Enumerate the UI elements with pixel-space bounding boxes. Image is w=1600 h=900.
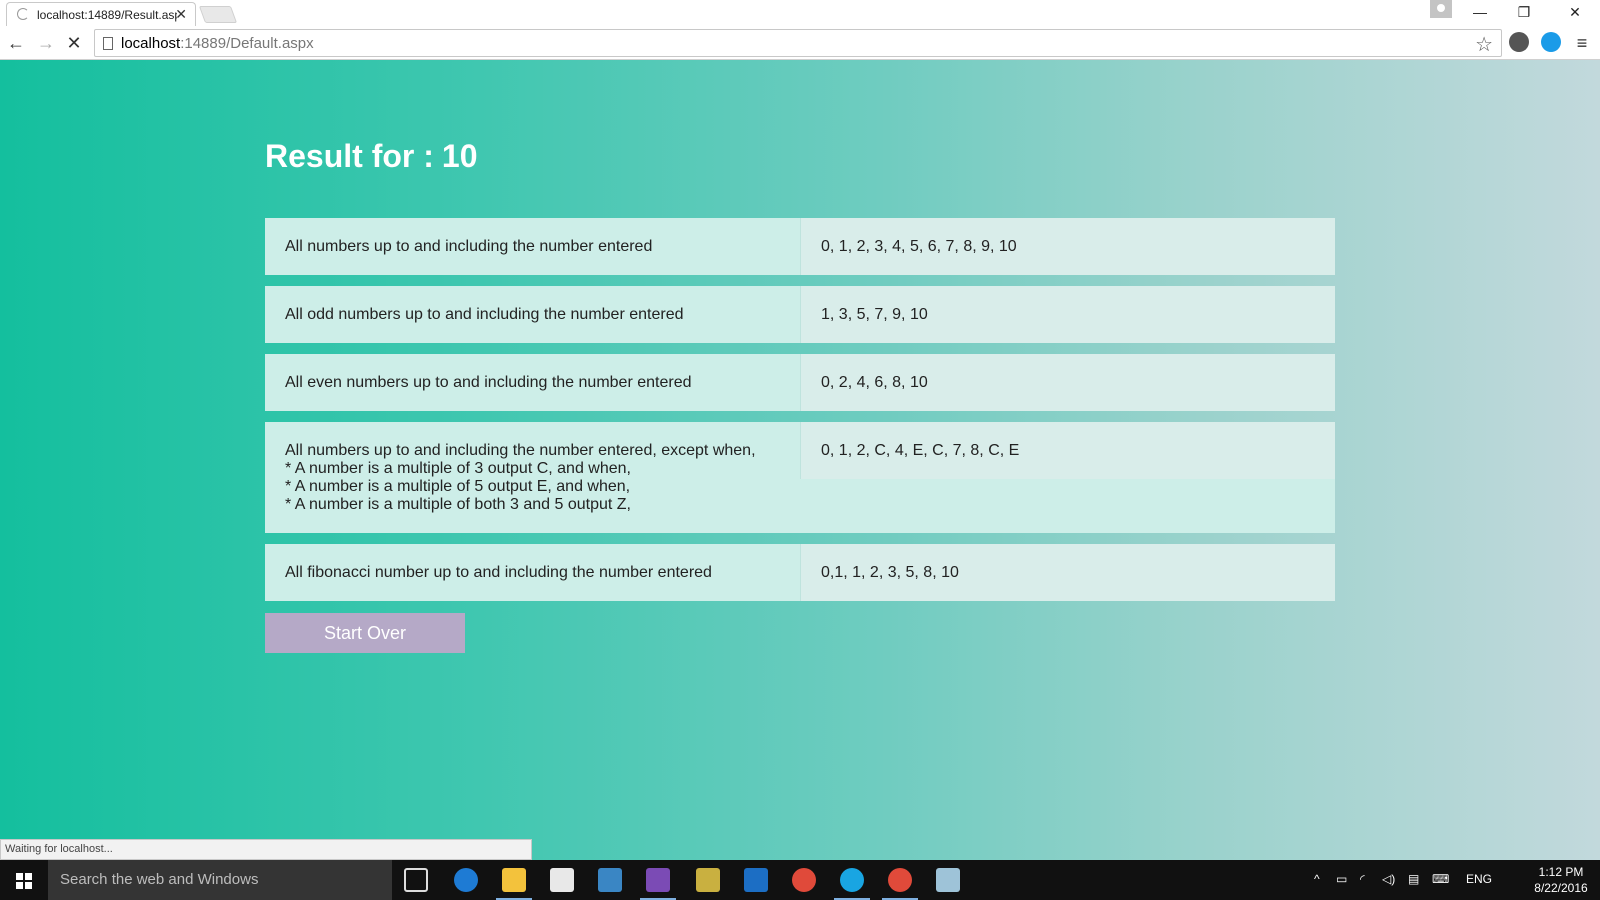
edge-icon[interactable] — [454, 868, 478, 892]
row-label: All even numbers up to and including the… — [285, 374, 692, 391]
page-title: Result for :10 — [265, 138, 478, 174]
taskbar-search-input[interactable]: Search the web and Windows — [48, 860, 392, 900]
row-value: 0,1, 1, 2, 3, 5, 8, 10 — [801, 544, 1335, 601]
close-window-button[interactable]: ✕ — [1553, 0, 1597, 24]
page-icon — [103, 37, 113, 50]
row-label: All numbers up to and including the numb… — [285, 238, 653, 255]
row-label: All fibonacci number up to and including… — [285, 564, 712, 581]
notepad-icon[interactable] — [936, 868, 960, 892]
row-label: All odd numbers up to and including the … — [285, 306, 684, 323]
status-bubble: Waiting for localhost... — [0, 839, 532, 860]
xamarin-icon[interactable] — [598, 868, 622, 892]
page-content: Result for :10 All numbers up to and inc… — [0, 60, 1600, 860]
stop-icon[interactable]: ✕ — [62, 31, 86, 55]
windows-icon — [16, 873, 32, 889]
back-icon[interactable]: ← — [4, 31, 28, 55]
forward-icon[interactable]: → — [34, 31, 58, 55]
volume-icon[interactable]: ◁) — [1382, 872, 1395, 886]
browser-tab[interactable]: localhost:14889/Result.asp ✕ — [6, 2, 196, 26]
result-row-fibonacci: All fibonacci number up to and including… — [265, 544, 1335, 601]
browser-toolbar: ← → ✕ localhost:14889/Default.aspx ☆ ≡ — [0, 26, 1600, 60]
close-tab-icon[interactable]: ✕ — [175, 6, 187, 23]
row-value: 0, 2, 4, 6, 8, 10 — [801, 354, 1335, 411]
menu-icon[interactable]: ≡ — [1570, 31, 1594, 55]
keyboard-icon[interactable]: ⌨ — [1432, 872, 1449, 886]
loading-spinner-icon — [17, 8, 29, 20]
tab-title: localhost:14889/Result.asp — [37, 8, 177, 22]
start-over-button[interactable]: Start Over — [265, 613, 465, 653]
result-number: 10 — [441, 138, 478, 174]
outlook-icon[interactable] — [744, 868, 768, 892]
minimize-button[interactable]: — — [1458, 0, 1502, 24]
address-bar[interactable]: localhost:14889/Default.aspx ☆ — [94, 29, 1502, 57]
row-value: 1, 3, 5, 7, 9, 10 — [801, 286, 1335, 343]
language-indicator[interactable]: ENG — [1466, 872, 1492, 886]
restore-button[interactable]: ❐ — [1502, 0, 1546, 24]
clock-time: 1:12 PM — [1538, 865, 1584, 879]
user-profile-icon[interactable] — [1430, 0, 1452, 18]
extension-icon[interactable] — [1509, 32, 1529, 52]
clock-date: 8/22/2016 — [1534, 881, 1588, 895]
wifi-icon[interactable]: ◜ — [1360, 872, 1365, 886]
tools-icon[interactable] — [696, 868, 720, 892]
result-row-odd-numbers: All odd numbers up to and including the … — [265, 286, 1335, 343]
skype-icon[interactable] — [840, 868, 864, 892]
power-icon[interactable]: ▭ — [1336, 872, 1347, 886]
url-text: localhost:14889/Default.aspx — [121, 35, 314, 52]
new-tab-button[interactable] — [198, 6, 238, 23]
chrome-icon[interactable] — [792, 868, 816, 892]
taskbar: Search the web and Windows ^ ▭ ◜ ◁) ▤ ⌨ … — [0, 860, 1600, 900]
store-icon[interactable] — [550, 868, 574, 892]
bookmark-star-icon[interactable]: ☆ — [1475, 32, 1493, 57]
action-center-icon[interactable]: ▤ — [1408, 872, 1419, 886]
grammarly-icon[interactable] — [1541, 32, 1561, 52]
show-hidden-icons-icon[interactable]: ^ — [1314, 872, 1320, 886]
task-view-icon[interactable] — [404, 868, 428, 892]
browser-tab-bar: localhost:14889/Result.asp ✕ — ❐ ✕ — [0, 0, 1600, 26]
chrome-icon[interactable] — [888, 868, 912, 892]
row-value: 0, 1, 2, C, 4, E, C, 7, 8, C, E — [801, 422, 1335, 479]
row-value: 0, 1, 2, 3, 4, 5, 6, 7, 8, 9, 10 — [801, 218, 1335, 275]
row-label: All numbers up to and including the numb… — [285, 442, 756, 513]
result-row-even-numbers: All even numbers up to and including the… — [265, 354, 1335, 411]
result-row-fizzbuzz: All numbers up to and including the numb… — [265, 422, 1335, 533]
visual-studio-icon[interactable] — [646, 868, 670, 892]
file-explorer-icon[interactable] — [502, 868, 526, 892]
start-button[interactable] — [0, 860, 48, 900]
result-row-all-numbers: All numbers up to and including the numb… — [265, 218, 1335, 275]
clock[interactable]: 1:12 PM 8/22/2016 — [1524, 864, 1598, 896]
